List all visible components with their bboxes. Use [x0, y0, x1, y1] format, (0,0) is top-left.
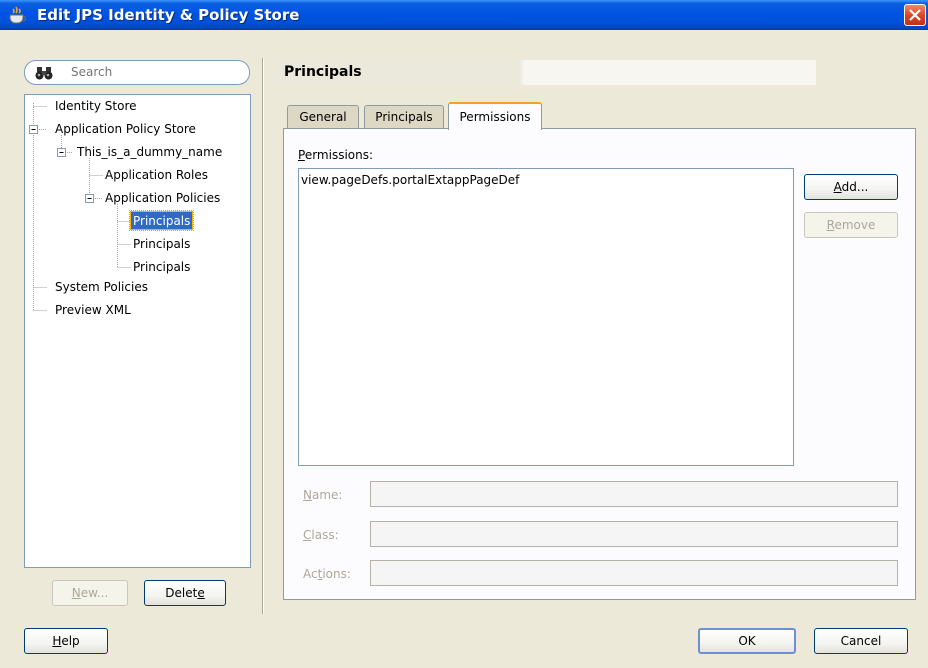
help-label: elp [61, 634, 80, 648]
new-label: ew... [80, 586, 109, 600]
tab-permissions[interactable]: Permissions [448, 102, 542, 130]
window-title: Edit JPS Identity & Policy Store [37, 6, 300, 24]
remove-label: emove [834, 218, 876, 232]
class-field[interactable] [370, 521, 898, 547]
close-button[interactable] [904, 4, 926, 26]
binoculars-icon [35, 67, 53, 80]
add-label: dd... [841, 180, 869, 194]
delete-label: Delet [165, 586, 198, 600]
tree-item-principals-selected[interactable]: Principals [128, 210, 195, 231]
tree-item-dummy-name[interactable]: This_is_a_dummy_name [75, 143, 224, 162]
class-label-text: lass: [311, 528, 339, 542]
delete-button[interactable]: Delete [144, 580, 226, 606]
actions-field[interactable] [370, 560, 898, 586]
name-field[interactable] [370, 481, 898, 507]
ok-button[interactable]: OK [698, 628, 796, 654]
actions-label-text: ions: [322, 567, 351, 581]
actions-label: Actions: [303, 567, 351, 581]
new-mnemonic: N [71, 586, 81, 600]
close-icon [909, 9, 921, 21]
tree-item-system-policies[interactable]: System Policies [53, 278, 150, 297]
panel-divider[interactable] [262, 58, 264, 614]
tree-item-application-roles[interactable]: Application Roles [103, 166, 210, 185]
actions-label-pre: Ac [303, 567, 318, 581]
edit-jps-dialog: Edit JPS Identity & Policy Store Search … [0, 0, 928, 668]
name-mnemonic: N [303, 488, 312, 502]
name-label-text: ame: [311, 488, 343, 502]
search-box[interactable] [24, 60, 250, 85]
section-title: Principals [276, 60, 816, 85]
cancel-button[interactable]: Cancel [814, 628, 908, 654]
permissions-mnemonic: P [298, 148, 305, 162]
tree-item-identity-store[interactable]: Identity Store [53, 97, 139, 116]
help-mnemonic: H [52, 634, 62, 648]
add-mnemonic: A [833, 180, 842, 194]
permissions-list[interactable]: view.pageDefs.portalExtappPageDef [298, 168, 794, 466]
tab-principals[interactable]: Principals [364, 105, 444, 129]
class-label: Class: [303, 528, 339, 542]
list-item[interactable]: view.pageDefs.portalExtappPageDef [301, 173, 519, 187]
search-input[interactable] [71, 65, 241, 79]
tree-item-application-policy-store[interactable]: Application Policy Store [53, 120, 198, 139]
delete-mnemonic: e [197, 586, 205, 600]
tree-item-principals[interactable]: Principals [131, 258, 192, 277]
tree-item-principals[interactable]: Principals [131, 235, 192, 254]
tree-item-application-policies[interactable]: Application Policies [103, 189, 222, 208]
navigation-tree[interactable]: Identity Store Application Policy Store … [24, 94, 251, 568]
help-button[interactable]: Help [24, 628, 108, 654]
permissions-label-text: ermissions: [304, 148, 374, 162]
title-bar[interactable]: Edit JPS Identity & Policy Store [0, 0, 928, 30]
tree-item-preview-xml[interactable]: Preview XML [53, 301, 133, 320]
coffee-cup-icon [9, 6, 27, 24]
tab-general[interactable]: General [287, 105, 359, 129]
new-button[interactable]: New... [52, 580, 128, 606]
permissions-label: Permissions: [298, 148, 373, 162]
add-button[interactable]: Add... [804, 174, 898, 200]
name-label: Name: [303, 488, 342, 502]
remove-button[interactable]: Remove [804, 212, 898, 238]
